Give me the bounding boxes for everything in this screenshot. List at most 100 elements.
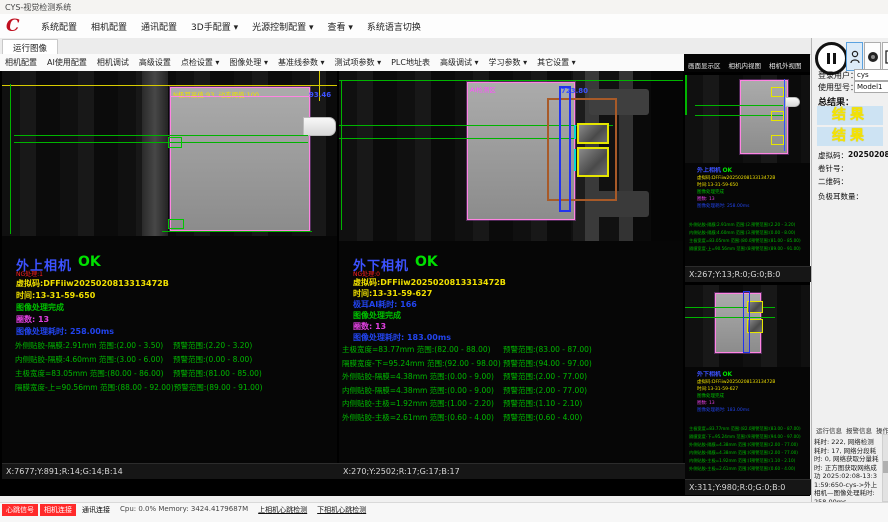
- time-line: 时间:13-31-59-627: [697, 386, 775, 393]
- menu-item[interactable]: 相机配置: [84, 17, 134, 36]
- pause-icon: [827, 53, 836, 64]
- toolbar-item[interactable]: 点检设置 ▾: [176, 55, 225, 70]
- ai-time-line: 极耳AI耗时: 166: [353, 299, 417, 310]
- info-tab[interactable]: 运行信息: [814, 424, 844, 436]
- sidebar: 登录用户： cys 使用型号： Model1 总结果： 结果 结果 虚拟码： 2…: [811, 38, 888, 502]
- measurement-warn-range: 预警范围:(2.20 - 3.20): [751, 222, 795, 228]
- measurement-row: 隔膜宽度-上=90.56mm 范围:(88.00 - 92.00) 预警范围:(…: [689, 245, 809, 253]
- measurement-warn-range: 预警范围:(1.10 - 2.10): [751, 458, 795, 464]
- cursor-coordinates: X:311;Y:980;R:0;G:0;B:0: [685, 479, 814, 495]
- upper-camera-heartbeat[interactable]: 上相机心跳检测: [258, 504, 307, 515]
- elapsed-line: 图像处理耗时: 183.00ms: [697, 407, 775, 414]
- toolbar-item[interactable]: 测试项参数 ▾: [330, 55, 387, 70]
- measurement-warn-range: 预警范围:(89.00 - 91.00): [751, 246, 801, 252]
- turns-line: 圈数: 13: [697, 400, 775, 407]
- view-header-item[interactable]: 相机内视图: [725, 60, 766, 70]
- model-value[interactable]: Model1: [854, 81, 888, 93]
- tab-strip: 运行图像: [0, 38, 812, 55]
- toolbar-item[interactable]: 其它设置 ▾: [532, 55, 581, 70]
- toolbar-item[interactable]: 高级调试 ▾: [435, 55, 484, 70]
- toolbar-item[interactable]: AI使用配置: [42, 55, 92, 70]
- view-header-item[interactable]: 相机外视图: [765, 60, 806, 70]
- measurement-warn-range: 预警范围:(81.00 - 85.00): [173, 368, 262, 379]
- cursor-coordinates: X:7677;Y:891;R:14;G:14;B:14: [2, 463, 341, 479]
- measurement-value: 内侧贴胶-隔膜:4.60mm 范围:(3.00 - 6.00): [689, 230, 751, 236]
- measurement-row: 内侧贴胶-主极=1.92mm 范围:(1.00 - 2.20) 预警范围:(1.…: [689, 457, 809, 465]
- camera-title: 外下相机: [697, 371, 721, 378]
- mini-text-block: 外上相机 OK 虚拟码:DFFiiw2025020813313472B 时间:1…: [697, 167, 775, 210]
- barcode-line: 虚拟码:DFFiiw2025020813313472B: [697, 175, 775, 182]
- middle-camera-panel[interactable]: AI检测区 723.80 外下相机 OK NG处理:0 虚拟码:DFFiiw20…: [339, 71, 683, 478]
- left-camera-panel[interactable]: N极耳高值:93, 动态阈值:100 93.46 外上相机 OK NG处理:1 …: [2, 71, 337, 478]
- cursor-coordinates: X:267;Y:13;R:0;G:0;B:0: [685, 266, 814, 282]
- elapsed-line: 图像处理耗时: 183.00ms: [353, 332, 451, 343]
- blue-measure-box: [559, 86, 571, 212]
- toolbar-item[interactable]: 图像处理 ▾: [224, 55, 273, 70]
- info-tab[interactable]: 报警信息: [844, 424, 874, 436]
- measurement-row: 内侧贴胶-隔膜=4.38mm 范围:(0.00 - 9.00) 预警范围:(2.…: [342, 384, 680, 398]
- measurement-warn-range: 预警范围:(0.60 - 4.00): [503, 412, 582, 423]
- measurement-row: 内侧贴胶-主极=1.92mm 范围:(1.00 - 2.20) 预警范围:(1.…: [342, 397, 680, 411]
- machine-column: [142, 71, 168, 236]
- barcode-line: 虚拟码:DFFiiw2025020813313472B: [16, 278, 169, 289]
- menu-item[interactable]: 通讯配置: [134, 17, 184, 36]
- time-line: 时间:13-31-59-627: [353, 288, 432, 299]
- green-guide-line: [685, 317, 775, 318]
- measurement-row: 外侧贴胶-主极=2.61mm 范围:(0.60 - 4.00) 预警范围:(0.…: [342, 411, 680, 425]
- measurement-row: 隔膜宽度-下=95.24mm 范围:(92.00 - 98.00) 预警范围:(…: [342, 357, 680, 371]
- toolbar-item[interactable]: 学习参数 ▾: [484, 55, 533, 70]
- green-guide-line: [14, 142, 308, 143]
- mini-bottom-panel[interactable]: 外下相机 OK 虚拟码:DFFiiw2025020813313472B 时间:1…: [685, 285, 810, 494]
- measurement-row: 主极宽度=83.77mm 范围:(82.00 - 88.00) 预警范围:(83…: [689, 425, 809, 433]
- status-badge: 相机连接: [40, 504, 76, 516]
- lower-camera-heartbeat[interactable]: 下相机心跳检测: [317, 504, 366, 515]
- ai-region-label: AI检测区: [470, 84, 496, 94]
- measurement-warn-range: 预警范围:(2.20 - 3.20): [173, 340, 252, 351]
- settings-button[interactable]: [864, 42, 881, 71]
- menu-item[interactable]: 查看 ▾: [320, 17, 359, 36]
- info-scrollbar[interactable]: [882, 434, 888, 502]
- info-tabs: 运行信息报警信息操作信息: [814, 424, 887, 436]
- measurement-row: 内侧贴胶-隔膜=4.38mm 范围:(0.00 - 9.00) 预警范围:(2.…: [689, 449, 809, 457]
- menu-item[interactable]: 光源控制配置 ▾: [245, 17, 320, 36]
- measurement-row: 外侧贴胶-隔膜=4.38mm 范围:(0.00 - 9.00) 预警范围:(2.…: [689, 441, 809, 449]
- toolbar-item[interactable]: 相机配置: [0, 55, 42, 70]
- measurement-warn-range: 预警范围:(83.00 - 87.00): [751, 426, 801, 432]
- time-line: 时间:13-31-59-650: [16, 290, 95, 301]
- toolbar-item[interactable]: 高级设置: [134, 55, 176, 70]
- toolbar-item[interactable]: 相机调试: [92, 55, 134, 70]
- toolbar-item[interactable]: PLC地址表: [386, 55, 435, 70]
- login-user-value[interactable]: cys: [854, 69, 888, 81]
- menu-item[interactable]: 系统语言切换: [360, 17, 428, 36]
- result-box-1: 结果: [817, 106, 883, 125]
- title-bar: CYS-视觉检测系统: [0, 0, 888, 15]
- measurement-row: 外侧贴胶-主极=2.61mm 范围:(0.60 - 4.00) 预警范围:(0.…: [689, 465, 809, 473]
- electrode-region: N极耳高值:93, 动态阈值:100: [170, 87, 310, 231]
- exit-button[interactable]: [882, 42, 888, 71]
- measurement-value: 主极宽度=83.05mm 范围:(80.00 - 86.00): [689, 238, 751, 244]
- tab-detect-box: [771, 87, 784, 97]
- mini-measurement-list: 外侧贴胶-隔膜:2.91mm 范围:(2.00 - 3.50) 预警范围:(2.…: [689, 221, 809, 253]
- info-scrollbar-thumb[interactable]: [883, 461, 888, 473]
- measurement-value: 外侧贴胶-隔膜=4.38mm 范围:(0.00 - 9.00): [342, 371, 503, 382]
- measurement-value: 内侧贴胶-隔膜=4.38mm 范围:(0.00 - 9.00): [689, 450, 751, 456]
- menu-item[interactable]: 3D手配置 ▾: [184, 17, 245, 36]
- measurement-row: 内侧贴胶-隔膜:4.60mm 范围:(3.00 - 6.00) 预警范围:(0.…: [689, 229, 809, 237]
- done-line: 图像处理完成: [697, 189, 775, 196]
- tab-detect-box: [771, 135, 784, 145]
- menu-item[interactable]: 系统配置: [34, 17, 84, 36]
- login-user-button[interactable]: [846, 42, 863, 71]
- app-logo-icon: C: [6, 16, 28, 36]
- result-ok: OK: [722, 167, 732, 174]
- tab-detect-box: [577, 123, 609, 144]
- green-guide-line: [14, 135, 308, 136]
- window-title: CYS-视觉检测系统: [5, 2, 71, 13]
- left-camera-image: N极耳高值:93, 动态阈值:100 93.46: [2, 71, 337, 236]
- user-icon: [850, 50, 860, 64]
- measurement-value: 隔膜宽度-上=90.56mm 范围:(88.00 - 92.00): [15, 382, 174, 393]
- mini-top-panel[interactable]: 外上相机 OK 虚拟码:DFFiiw2025020813313472B 时间:1…: [685, 75, 810, 281]
- needle-number-label: 卷针号：: [818, 163, 848, 174]
- measurement-value: 外侧贴胶-隔膜:2.91mm 范围:(2.00 - 3.50): [15, 340, 173, 351]
- view-header-item[interactable]: 画面显示区: [684, 60, 725, 70]
- toolbar-item[interactable]: 基准线参数 ▾: [273, 55, 330, 70]
